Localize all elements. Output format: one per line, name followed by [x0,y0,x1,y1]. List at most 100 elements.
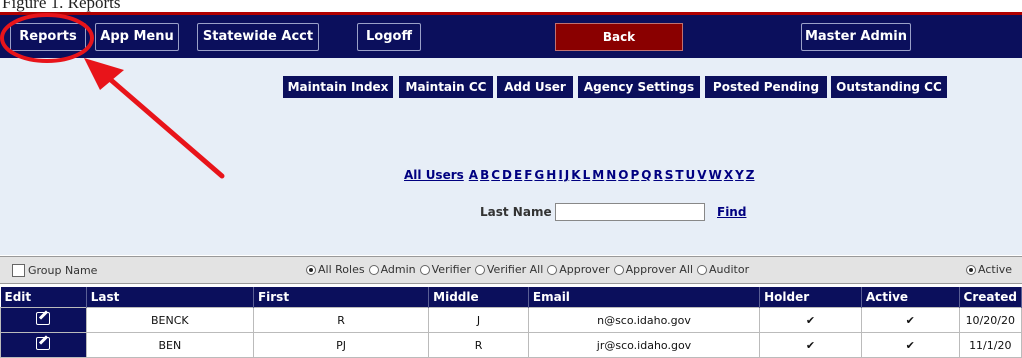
letter-link-t[interactable]: T [675,168,683,182]
find-link[interactable]: Find [717,205,746,219]
role-radio-all-roles[interactable]: All Roles [306,263,365,276]
role-radio-auditor[interactable]: Auditor [697,263,749,276]
active-radio-dot [966,265,976,275]
role-radio-label: Auditor [709,263,750,276]
reports-button[interactable]: Reports [10,23,86,51]
letter-link-v[interactable]: V [697,168,706,182]
master-admin-button[interactable]: Master Admin [801,23,911,51]
cell-first: R [252,307,430,333]
role-radio-label: Verifier [431,263,471,276]
logoff-button[interactable]: Logoff [357,23,421,51]
letter-link-l[interactable]: L [583,168,591,182]
letter-link-r[interactable]: R [653,168,662,182]
role-radio-admin[interactable]: Admin [368,263,416,276]
letter-link-b[interactable]: B [480,168,489,182]
role-radio-verifier-all[interactable]: Verifier All [474,263,544,276]
group-name-checkbox[interactable] [12,264,25,277]
role-radio-approver[interactable]: Approver [547,263,610,276]
radio-dot [697,265,708,275]
radio-dot [419,265,430,275]
filter-bar: Group Name All Roles Admin Verifier Verifie… [0,256,1022,284]
letter-link-d[interactable]: D [502,168,512,182]
cell-last: BENCK [85,307,254,333]
app-menu-button[interactable]: App Menu [95,23,179,51]
letter-link-x[interactable]: X [724,168,733,182]
users-table: Edit Last First Middle Email Holder Active Crea… [0,287,1022,358]
cell-first: PJ [252,332,430,358]
radio-dot [613,265,624,275]
column-header-active: Active [861,287,960,308]
active-radio[interactable]: Active [966,263,1012,276]
cell-holder: ✔ [759,332,862,358]
letter-link-p[interactable]: P [630,168,639,182]
column-header-holder: Holder [759,287,862,308]
letter-link-s[interactable]: S [665,168,674,182]
edit-cell[interactable] [0,332,87,358]
cell-middle: J [428,307,529,333]
role-radio-label: Verifier All [486,263,544,276]
letter-link-j[interactable]: J [565,168,569,182]
letter-link-o[interactable]: O [618,168,628,182]
role-filter-group: All Roles Admin Verifier Verifier All Approv… [306,263,753,276]
edit-icon[interactable] [36,337,51,350]
radio-dot [368,265,379,275]
maintain-cc-button[interactable]: Maintain CC [399,76,493,98]
cell-last: BEN [85,332,254,358]
active-radio-label: Active [978,263,1013,276]
table-header: Edit Last First Middle Email Holder Active Crea… [0,287,1022,308]
letter-link-z[interactable]: Z [746,168,755,182]
role-radio-label: Admin [380,263,416,276]
letter-link-w[interactable]: W [709,168,722,182]
radio-dot [306,265,316,275]
letter-link-i[interactable]: I [558,168,562,182]
letter-link-c[interactable]: C [491,168,500,182]
column-header-first: First [253,287,430,308]
cell-active: ✔ [860,307,960,333]
table-row: BENCK R Jn@sco.idaho.gov ✔ ✔ 10/20/20 [0,307,1022,333]
letter-link-e[interactable]: E [514,168,522,182]
letter-link-q[interactable]: Q [641,168,651,182]
outstanding-cc-button[interactable]: Outstanding CC [831,76,947,98]
cell-created: 11/1/20 [958,332,1022,358]
column-header-middle: Middle [428,287,529,308]
cell-created: 10/20/20 [958,307,1022,333]
letter-link-m[interactable]: M [592,168,604,182]
last-name-label: Last Name [480,205,552,219]
cell-active: ✔ [860,332,960,358]
letter-link-h[interactable]: H [546,168,556,182]
maintain-index-button[interactable]: Maintain Index [283,76,393,98]
edit-cell[interactable] [0,307,87,333]
page-caption: Figure 1. Reports [0,0,1022,12]
letter-link-f[interactable]: F [524,168,532,182]
radio-dot [474,265,485,275]
role-radio-label: Approver [559,263,610,276]
last-name-input[interactable] [555,203,705,221]
posted-pending-button[interactable]: Posted Pending [705,76,827,98]
letter-link-u[interactable]: U [686,168,696,182]
column-header-last: Last [86,287,254,308]
letter-link-y[interactable]: Y [735,168,744,182]
cell-email: n@sco.idaho.gov [527,307,761,333]
add-user-button[interactable]: Add User [497,76,573,98]
letter-link-g[interactable]: G [534,168,544,182]
back-button[interactable]: Back [555,23,683,51]
role-radio-label: All Roles [318,263,365,276]
alphabet-filter: All Users A B C D E F G H I J K L M N O P Q R S T U V W X Y Z [404,168,757,182]
role-radio-approver-all[interactable]: Approver All [613,263,694,276]
column-header-email: Email [528,287,761,308]
letter-link-n[interactable]: N [606,168,616,182]
column-header-created: Created [959,287,1022,308]
group-name-label: Group Name [28,264,98,277]
table-row: BEN PJ Rjr@sco.idaho.gov ✔ ✔ 11/1/20 [0,332,1022,358]
all-users-link[interactable]: All Users [404,168,464,182]
role-radio-label: Approver All [625,263,694,276]
letter-link-a[interactable]: A [469,168,478,182]
cell-holder: ✔ [759,307,862,333]
edit-icon[interactable] [36,312,51,325]
radio-dot [547,265,558,275]
column-header-edit: Edit [0,287,87,308]
agency-settings-button[interactable]: Agency Settings [578,76,700,98]
role-radio-verifier[interactable]: Verifier [419,263,471,276]
letter-link-k[interactable]: K [571,168,580,182]
statewide-acct-button[interactable]: Statewide Acct [197,23,319,51]
